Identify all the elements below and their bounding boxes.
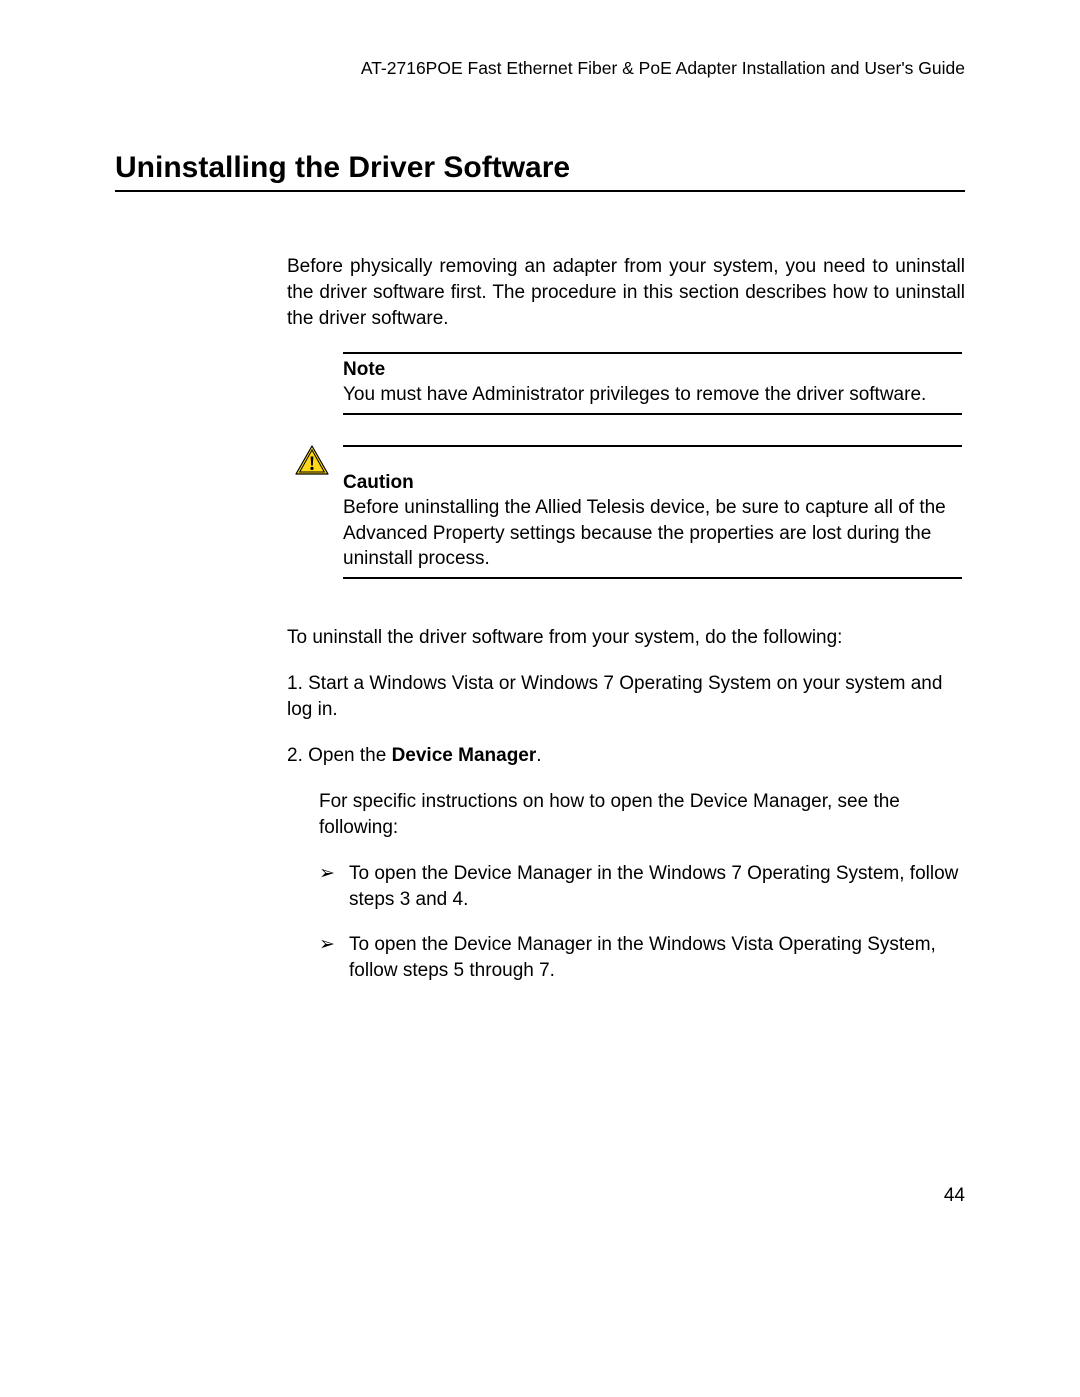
- note-callout: Note You must have Administrator privile…: [343, 352, 962, 415]
- bullet-item: ➢ To open the Device Manager in the Wind…: [319, 932, 965, 984]
- step-2: 2. Open the Device Manager.: [287, 743, 965, 769]
- caution-title: Caution: [343, 472, 962, 494]
- warning-icon: [295, 445, 329, 480]
- note-text: You must have Administrator privileges t…: [343, 384, 926, 405]
- page-number: 44: [944, 1185, 965, 1207]
- bullet-text: To open the Device Manager in the Window…: [349, 863, 958, 910]
- step-2-prefix: 2. Open the: [287, 745, 392, 766]
- lead-paragraph: To uninstall the driver software from yo…: [287, 625, 965, 651]
- step-2-bold: Device Manager: [392, 745, 537, 766]
- running-header: AT-2716POE Fast Ethernet Fiber & PoE Ada…: [115, 58, 965, 79]
- step-2-suffix: .: [536, 745, 541, 766]
- intro-paragraph: Before physically removing an adapter fr…: [287, 254, 965, 332]
- caution-text: Before uninstalling the Allied Telesis d…: [343, 497, 946, 569]
- bullet-icon: ➢: [319, 861, 335, 887]
- section-heading: Uninstalling the Driver Software: [115, 151, 965, 192]
- bullet-text: To open the Device Manager in the Window…: [349, 934, 936, 981]
- caution-callout: Caution Before uninstalling the Allied T…: [343, 445, 962, 579]
- sub-paragraph: For specific instructions on how to open…: [319, 789, 965, 841]
- bullet-icon: ➢: [319, 932, 335, 958]
- content-area: Before physically removing an adapter fr…: [115, 254, 965, 984]
- bullet-item: ➢ To open the Device Manager in the Wind…: [319, 861, 965, 913]
- note-title: Note: [343, 359, 962, 381]
- step-2-sub-content: For specific instructions on how to open…: [319, 789, 965, 984]
- step-1: 1. Start a Windows Vista or Windows 7 Op…: [287, 671, 965, 723]
